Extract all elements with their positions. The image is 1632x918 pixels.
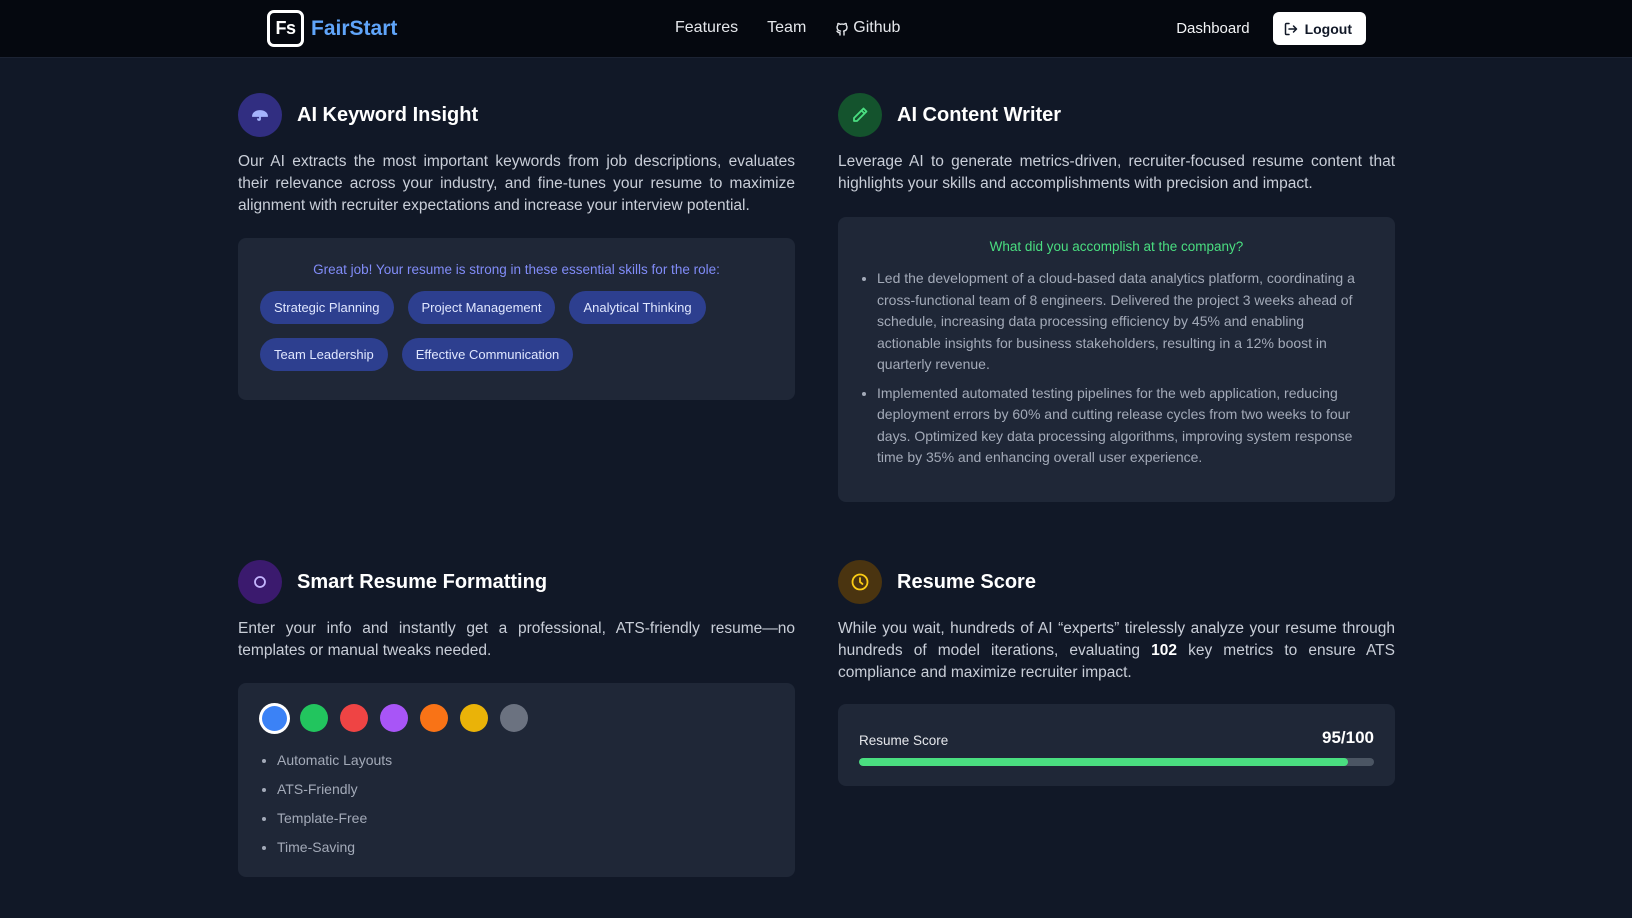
formatting-feature: Time-Saving [260,833,795,862]
formatting-feature: Template-Free [260,804,795,833]
color-swatch[interactable] [340,704,368,732]
color-swatch[interactable] [500,704,528,732]
nav-link-team[interactable]: Team [767,19,806,37]
circle-icon [238,560,282,604]
score-label: Resume Score [859,733,949,748]
skill-chips: Strategic Planning Project Management An… [238,277,738,385]
skill-chip: Strategic Planning [260,291,394,324]
resume-score-description: While you wait, hundreds of AI “experts”… [838,618,1395,684]
brand-name: FairStart [311,16,398,40]
formatting-card: Automatic Layouts ATS-Friendly Template-… [238,683,795,877]
color-swatch[interactable] [380,704,408,732]
skill-chip: Analytical Thinking [569,291,706,324]
clock-icon [838,560,882,604]
umbrella-icon [238,93,282,137]
accomplishment-question: What did you accomplish at the company? [989,239,1244,254]
top-navbar: Fs FairStart Features Team Github Dashbo… [0,0,1632,58]
score-progress-fill [859,758,1349,766]
formatting-title: Smart Resume Formatting [297,570,548,593]
skill-chip: Project Management [407,291,556,324]
content-writer-description: Leverage AI to generate metrics-driven, … [838,153,1395,192]
keyword-card: Great job! Your resume is strong in thes… [238,238,795,400]
skill-chip: Team Leadership [260,338,388,371]
content-writer-card: What did you accomplish at the company? … [838,217,1395,502]
formatting-feature: ATS-Friendly [260,775,795,804]
resume-score-title: Resume Score [897,570,1036,593]
color-swatch[interactable] [262,706,287,731]
color-swatch[interactable] [420,704,448,732]
keyword-insight-description: Our AI extracts the most important keywo… [238,153,795,214]
keyword-card-heading: Great job! Your resume is strong in thes… [313,262,720,277]
color-swatch[interactable] [460,704,488,732]
keyword-insight-section: AI Keyword Insight Our AI extracts the m… [238,93,795,400]
metric-count: 102 [1151,642,1177,659]
nav-links: Features Team Github [675,19,929,37]
nav-link-features[interactable]: Features [675,19,738,37]
color-swatch[interactable] [300,704,328,732]
score-card: Resume Score 95/100 [838,704,1395,786]
brand-logo[interactable]: Fs FairStart [267,10,397,47]
color-swatches [238,683,795,732]
formatting-section: Smart Resume Formatting Enter your info … [238,560,795,877]
github-icon [836,22,848,36]
content-writer-title: AI Content Writer [897,103,1062,126]
nav-link-github[interactable]: Github [835,19,900,37]
resume-score-section: Resume Score While you wait, hundreds of… [838,560,1395,786]
generated-bullet: Implemented automated testing pipelines … [860,383,1371,469]
formatting-description: Enter your info and instantly get a prof… [238,620,795,659]
formatting-feature: Automatic Layouts [260,746,795,775]
pencil-icon [838,93,882,137]
keyword-insight-title: AI Keyword Insight [297,103,479,126]
logout-icon [1284,22,1297,35]
logout-button[interactable]: Logout [1272,12,1366,45]
score-value: 95/100 [1322,728,1374,747]
score-progress-track [859,758,1374,766]
logout-label: Logout [1304,20,1352,37]
generated-bullet: Led the development of a cloud-based dat… [860,268,1371,376]
skill-chip: Effective Communication [401,338,574,371]
content-writer-section: AI Content Writer Leverage AI to generat… [838,93,1395,502]
generated-bullets: Led the development of a cloud-based dat… [838,254,1395,469]
formatting-feature-list: Automatic Layouts ATS-Friendly Template-… [238,732,795,862]
nav-link-github-label: Github [853,19,901,36]
logo-mark-icon: Fs [267,10,304,47]
dashboard-link[interactable]: Dashboard [1176,20,1249,37]
nav-actions: Dashboard Logout [1176,12,1366,45]
